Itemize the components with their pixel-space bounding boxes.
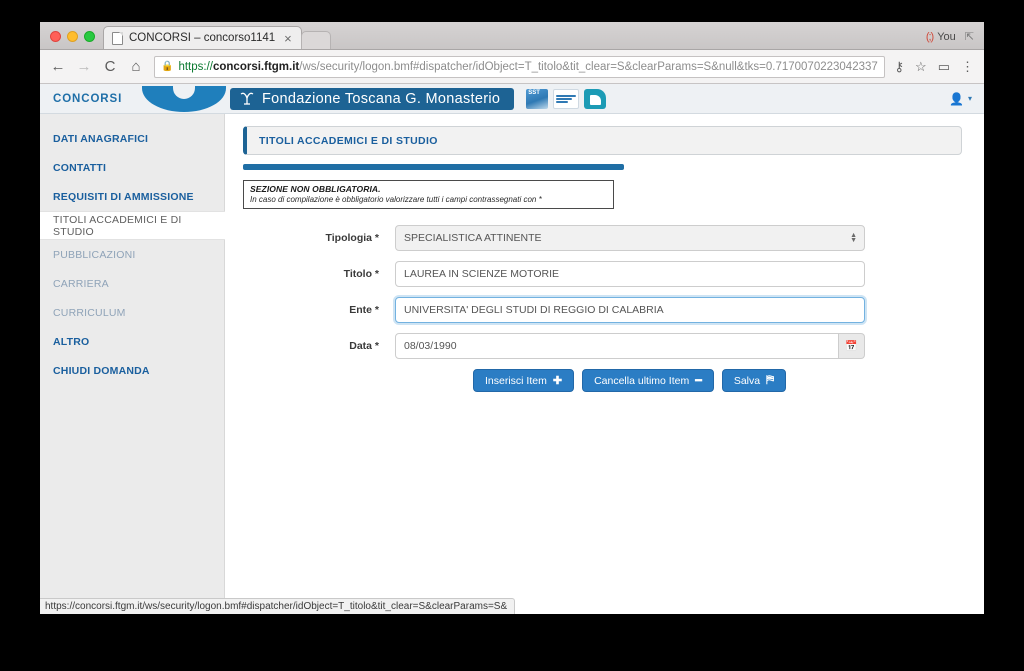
maximize-icon[interactable]: ⇱ <box>965 30 974 43</box>
fondazione-banner: Fondazione Toscana G. Monasterio <box>230 87 515 110</box>
sst-logo-icon <box>526 88 549 109</box>
back-icon[interactable]: ← <box>50 59 66 74</box>
window-right-controls: (;) You ⇱ <box>926 30 984 49</box>
plus-icon: ✚ <box>552 375 563 387</box>
brand-block: CONCORSI <box>40 84 226 114</box>
close-icon[interactable]: × <box>281 32 295 45</box>
data-field-wrap: 08/03/1990 📅 <box>395 333 865 359</box>
tipologia-field-wrap: SPECIALISTICA ATTINENTE ▲ ▼ <box>395 225 865 251</box>
ente-field-wrap: UNIVERSITA' DEGLI STUDI DI REGGIO DI CAL… <box>395 297 865 323</box>
page-viewport: CONCORSI Fondazione Toscana G. Monasteri… <box>40 84 984 614</box>
new-tab-button[interactable] <box>300 31 331 49</box>
form-row-ente: Ente * UNIVERSITA' DEGLI STUDI DI REGGIO… <box>243 297 962 323</box>
data-label: Data * <box>349 340 379 352</box>
servizio-sanitario-toscana-logo-icon <box>553 88 580 109</box>
sidebar-item-requisiti-di-ammissione[interactable]: REQUISITI DI AMMISSIONE <box>40 182 224 211</box>
page-title: TITOLI ACCADEMICI E DI STUDIO <box>259 134 438 147</box>
fondazione-logo-icon <box>239 91 255 107</box>
chevron-down-icon: ▾ <box>967 94 972 103</box>
main-content: TITOLI ACCADEMICI E DI STUDIO SEZIONE NO… <box>225 114 984 614</box>
forward-icon[interactable]: → <box>76 59 92 74</box>
lock-icon: 🔒 <box>161 61 174 72</box>
brand-title: CONCORSI <box>53 92 123 105</box>
page-icon <box>112 31 123 45</box>
star-icon[interactable]: ☆ <box>915 60 927 73</box>
inserisci-item-button[interactable]: Inserisci Item ✚ <box>473 369 575 392</box>
key-icon[interactable]: ⚷ <box>895 60 905 73</box>
url-host: concorsi.ftgm.it <box>212 60 300 73</box>
cast-icon[interactable]: ▭ <box>938 60 950 73</box>
menu-icon[interactable]: ⋮ <box>961 60 974 73</box>
titoli-form: Tipologia * SPECIALISTICA ATTINENTE ▲ ▼ T… <box>243 225 962 392</box>
url-text: https://concorsi.ftgm.it/ws/security/log… <box>178 61 877 73</box>
fondazione-title: Fondazione Toscana G. Monasterio <box>262 90 501 107</box>
minimize-window-button[interactable] <box>67 31 78 42</box>
section-notice: SEZIONE NON OBBLIGATORIA. In caso di com… <box>243 180 614 209</box>
sidebar-item-altro[interactable]: ALTRO <box>40 327 224 356</box>
tipologia-select[interactable]: SPECIALISTICA ATTINENTE <box>395 225 865 251</box>
window-traffic-lights <box>46 31 103 49</box>
titolo-input[interactable]: LAUREA IN SCIENZE MOTORIE <box>395 261 865 287</box>
notice-text: In caso di compilazione è obbligatorio v… <box>250 195 542 204</box>
form-button-row: Inserisci Item ✚ Cancella ultimo Item ━ … <box>243 369 962 392</box>
app-header: CONCORSI Fondazione Toscana G. Monasteri… <box>40 84 984 114</box>
page-body: DATI ANAGRAFICI CONTATTI REQUISITI DI AM… <box>40 114 984 614</box>
progress-bar <box>243 164 962 170</box>
sidebar-item-chiudi-domanda[interactable]: CHIUDI DOMANDA <box>40 356 224 385</box>
tipologia-label: Tipologia * <box>325 232 379 244</box>
profile-label: You <box>937 30 956 43</box>
browser-tab[interactable]: CONCORSI – concorso1141 × <box>103 26 302 49</box>
inserisci-item-label: Inserisci Item <box>485 374 547 387</box>
sidebar-item-curriculum[interactable]: CURRICULUM <box>40 298 224 327</box>
salva-label: Salva <box>733 374 761 387</box>
person-icon: (;) <box>925 30 934 43</box>
form-row-titolo: Titolo * LAUREA IN SCIENZE MOTORIE <box>243 261 962 287</box>
notice-title: SEZIONE NON OBBLIGATORIA. <box>250 184 381 194</box>
url-scheme: https:// <box>178 60 213 73</box>
zoom-window-button[interactable] <box>84 31 95 42</box>
tab-title: CONCORSI – concorso1141 <box>129 32 276 44</box>
salva-button[interactable]: Salva ⛿ <box>721 369 787 392</box>
user-menu[interactable]: 👤 ▾ <box>949 92 984 106</box>
user-icon: 👤 <box>949 91 964 106</box>
form-row-data: Data * 08/03/1990 📅 <box>243 333 962 359</box>
sidebar-item-dati-anagrafici[interactable]: DATI ANAGRAFICI <box>40 124 224 153</box>
toolbar-right-icons: ⚷ ☆ ▭ ⋮ <box>895 60 974 73</box>
titolo-field-wrap: LAUREA IN SCIENZE MOTORIE <box>395 261 865 287</box>
sidebar-item-titoli-accademici[interactable]: TITOLI ACCADEMICI E DI STUDIO <box>40 211 225 240</box>
data-input-group: 08/03/1990 📅 <box>395 333 865 359</box>
address-bar[interactable]: 🔒 https://concorsi.ftgm.it/ws/security/l… <box>154 55 885 78</box>
chevron-updown-icon: ▲ ▼ <box>850 232 857 244</box>
ente-input[interactable]: UNIVERSITA' DEGLI STUDI DI REGGIO DI CAL… <box>395 297 865 323</box>
data-input[interactable]: 08/03/1990 <box>395 333 839 359</box>
reload-icon[interactable]: C <box>102 59 118 74</box>
home-icon[interactable]: ⌂ <box>128 59 144 74</box>
section-title-bar: TITOLI ACCADEMICI E DI STUDIO <box>243 126 962 155</box>
agency-logos <box>526 88 607 109</box>
browser-tab-strip: CONCORSI – concorso1141 × (;) You ⇱ <box>40 22 984 50</box>
profile-chip[interactable]: (;) You <box>926 31 956 43</box>
titolo-label: Titolo * <box>343 268 379 280</box>
brand-swoosh-logo <box>142 84 226 112</box>
browser-toolbar: ← → C ⌂ 🔒 https://concorsi.ftgm.it/ws/se… <box>40 50 984 84</box>
cancella-ultimo-item-label: Cancella ultimo Item <box>594 374 690 387</box>
browser-window: CONCORSI – concorso1141 × (;) You ⇱ ← → … <box>40 22 984 614</box>
close-window-button[interactable] <box>50 31 61 42</box>
status-bar: https://concorsi.ftgm.it/ws/security/log… <box>40 598 516 614</box>
sidebar-item-carriera[interactable]: CARRIERA <box>40 269 224 298</box>
form-row-tipologia: Tipologia * SPECIALISTICA ATTINENTE ▲ ▼ <box>243 225 962 251</box>
ente-label: Ente * <box>349 304 379 316</box>
url-path: /ws/security/logon.bmf#dispatcher/idObje… <box>299 60 878 73</box>
teal-square-logo-icon <box>584 88 607 109</box>
sidebar-item-pubblicazioni[interactable]: PUBBLICAZIONI <box>40 240 224 269</box>
minus-icon: ━ <box>695 375 702 387</box>
sidebar: DATI ANAGRAFICI CONTATTI REQUISITI DI AM… <box>40 114 225 614</box>
save-icon: ⛿ <box>766 374 775 386</box>
progress-bar-fill <box>243 164 625 170</box>
calendar-icon[interactable]: 📅 <box>839 333 865 359</box>
cancella-ultimo-item-button[interactable]: Cancella ultimo Item ━ <box>582 369 714 392</box>
sidebar-item-contatti[interactable]: CONTATTI <box>40 153 224 182</box>
